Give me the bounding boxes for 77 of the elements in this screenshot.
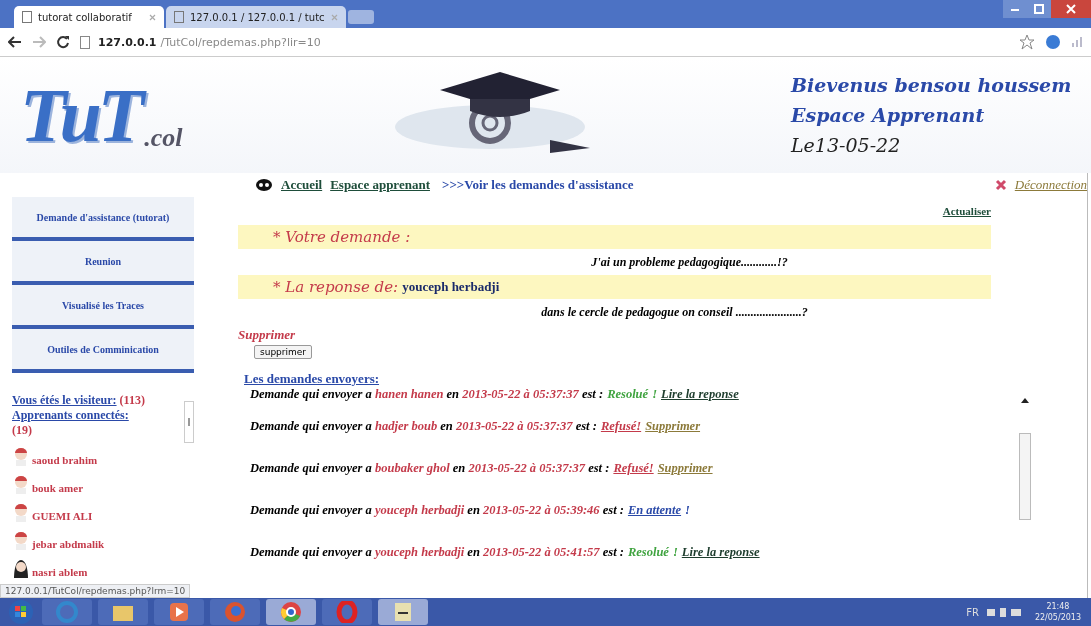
request-status[interactable]: En attente (627, 502, 682, 518)
folder-taskbar-icon[interactable] (98, 599, 148, 625)
request-text: Demande qui envoyer a hadjer boub en 2013-05-22 à 05:37:37 est : (250, 418, 597, 434)
visitor-label[interactable]: Vous étés le visiteur: (12, 393, 117, 407)
delete-label: Supprimer (238, 327, 296, 343)
man-avatar-icon (12, 474, 30, 494)
maximize-button[interactable] (1027, 0, 1051, 18)
sidebar-menu-item[interactable]: Reunion (12, 241, 194, 285)
new-tab-button[interactable] (347, 10, 374, 24)
connected-user-name[interactable]: nasri ablem (32, 566, 88, 578)
connected-user-name[interactable]: jebar abdmalik (32, 538, 105, 550)
language-indicator[interactable]: FR (966, 606, 979, 618)
request-text: Demande qui envoyer a hanen hanen en 2013-05-22 à 05:37:37 est : (250, 387, 604, 402)
request-status[interactable]: Refusé! (600, 418, 642, 434)
signal-bars-icon[interactable] (1071, 36, 1083, 48)
back-icon[interactable] (8, 36, 22, 48)
connected-user-name[interactable]: GUEMI ALI (32, 510, 93, 522)
status-mark: ! (685, 502, 690, 518)
close-button[interactable] (1051, 0, 1091, 18)
question-label: * Votre demande : (273, 228, 411, 246)
reload-icon[interactable] (56, 35, 70, 49)
connected-user-name[interactable]: bouk amer (32, 482, 84, 494)
space-title: Espace Apprenant (791, 103, 986, 128)
browser-tab[interactable]: tutorat collaboratif (14, 6, 164, 28)
answer-text: dans le cercle de pedagogue on conseil ......................? (540, 304, 809, 321)
status-mark: ! (672, 544, 678, 560)
home-link[interactable]: Accueil (281, 177, 323, 193)
welcome-text: Bievenus bensou houssem (791, 73, 1073, 98)
refresh-link[interactable]: Actualiser (942, 205, 991, 217)
forward-icon[interactable] (32, 36, 46, 48)
status-mark: ! (652, 387, 657, 402)
close-icon (1066, 4, 1076, 14)
woman-avatar-icon (12, 558, 30, 578)
globe-icon[interactable] (1045, 34, 1061, 50)
browser-tab[interactable]: 127.0.0.1 / 127.0.0.1 / tutc (166, 6, 346, 28)
clock-time[interactable]: 21:48 (1046, 601, 1070, 612)
man-avatar-icon (12, 446, 30, 466)
request-action-link[interactable]: Lire la reponse (681, 544, 760, 560)
request-status[interactable]: Refusé! (613, 460, 654, 476)
connected-label[interactable]: Apprenants connectés: (12, 408, 129, 422)
connected-count: (19) (12, 423, 33, 438)
sent-requests-title[interactable]: Les demandes envoyers: (244, 371, 380, 387)
answer-label: * La reponse de: (273, 278, 399, 296)
minimize-icon (1010, 6, 1020, 12)
request-action-link[interactable]: Supprimer (657, 460, 713, 476)
editor-taskbar-icon[interactable] (378, 599, 428, 625)
sidebar-menu-item[interactable]: Outiles de Comminication (12, 329, 194, 373)
site-logo: TuT.col (19, 77, 184, 153)
home-icon[interactable] (255, 178, 273, 192)
visitor-count: (113) (119, 393, 145, 407)
scroll-up-icon[interactable] (1021, 397, 1029, 403)
date-text: Le13-05-22 (791, 133, 902, 158)
clock-date[interactable]: 22/05/2013 (1034, 612, 1081, 623)
man-avatar-icon (12, 530, 30, 550)
status-url: 127.0.0.1/TutCol/repdemas.php?lrm=10 (0, 584, 191, 598)
request-action-link[interactable]: Supprimer (645, 418, 701, 434)
connected-user-name[interactable]: saoud brahim (32, 454, 98, 466)
start-button[interactable] (6, 599, 36, 625)
close-icon (994, 179, 1007, 191)
maximize-icon (1034, 4, 1044, 14)
minimize-button[interactable] (1003, 0, 1027, 18)
scrollbar[interactable] (184, 401, 194, 443)
answer-author: youceph herbadji (402, 279, 500, 295)
close-icon[interactable] (149, 13, 156, 21)
request-action-link[interactable]: Lire la reponse (661, 387, 739, 402)
breadcrumb-current: >>>Voir les demandes d'assistance (441, 177, 634, 193)
question-text: J'ai un probleme pedagogique............!? (590, 254, 789, 271)
star-icon[interactable] (1019, 34, 1035, 50)
learner-space-link[interactable]: Espace apprenant (330, 177, 430, 193)
sidebar-menu-item[interactable]: Demande d'assistance (tutorat) (12, 197, 194, 241)
sidebar-menu-item[interactable]: Visualisé les Traces (12, 285, 194, 329)
man-avatar-icon (12, 502, 30, 522)
request-text: Demande qui envoyer a boubaker ghol en 2013-05-22 à 05:37:37 est : (250, 460, 610, 476)
media-player-taskbar-icon[interactable] (154, 599, 204, 625)
logout-link[interactable]: Déconnection (1014, 177, 1087, 193)
address-field[interactable]: 127.0.0.1 /TutCol/repdemas.php?lir=10 (80, 32, 1009, 52)
delete-button[interactable]: supprimer (254, 345, 313, 359)
